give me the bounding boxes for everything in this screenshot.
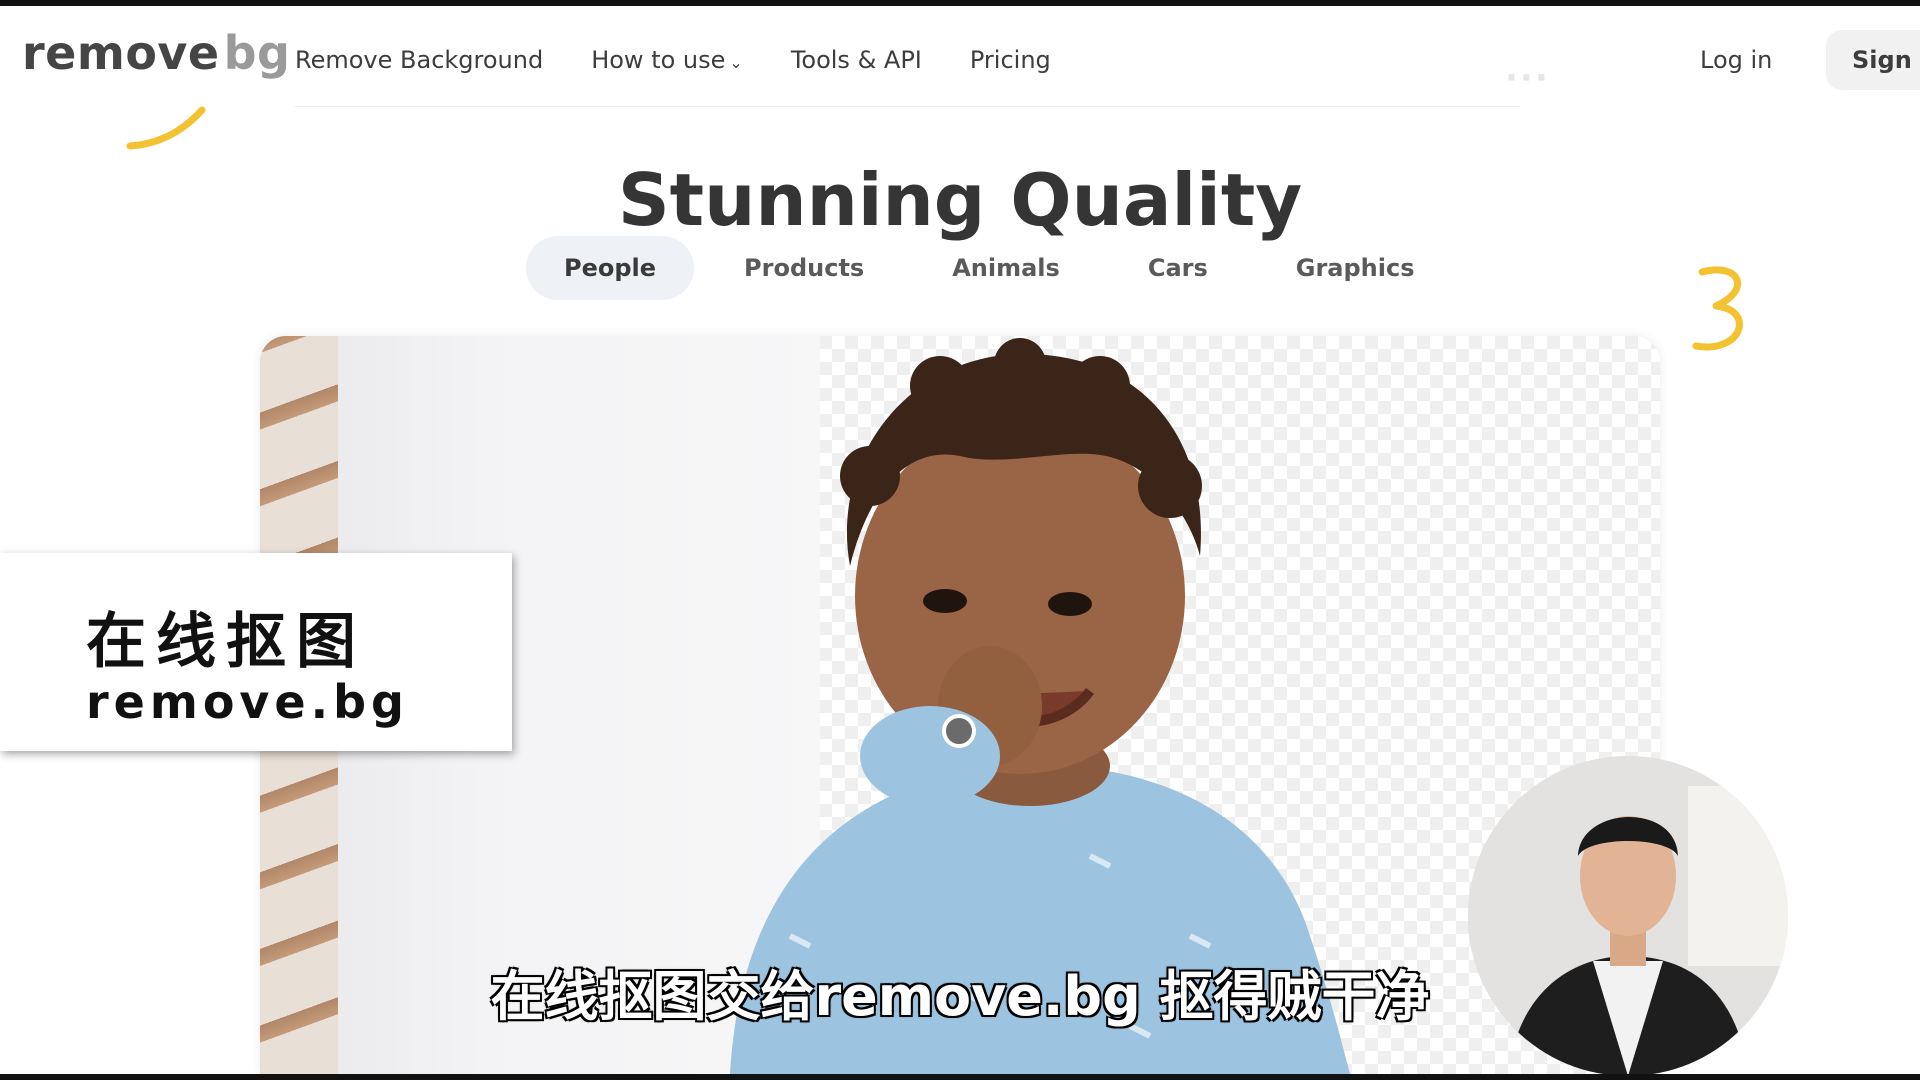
chevron-down-icon: ⌄ — [729, 52, 743, 72]
nav-how-to-use[interactable]: How to use ⌄ — [591, 46, 743, 74]
page-title: Stunning Quality — [617, 158, 1303, 243]
nav-label: Pricing — [969, 46, 1051, 74]
click-cursor-icon — [942, 714, 976, 748]
bottom-border — [0, 1074, 1920, 1080]
site-header: removebg Remove Background How to use ⌄ T… — [0, 6, 1920, 106]
header-divider — [295, 106, 1520, 107]
nav-tools-api[interactable]: Tools & API — [791, 46, 922, 74]
nav-pricing[interactable]: Pricing — [970, 46, 1051, 74]
yellow-doodle-stroke — [126, 106, 206, 150]
logo-bg-text: bg — [223, 26, 291, 80]
logo-remove-text: remove — [22, 26, 220, 80]
presenter-avatar — [1468, 756, 1788, 1076]
number-three-doodle — [1692, 266, 1743, 351]
main-nav: Remove Background How to use ⌄ Tools & AP… — [295, 46, 1099, 74]
nav-label: Remove Background — [295, 46, 544, 74]
nav-label: How to use — [591, 46, 726, 74]
signup-button[interactable]: Sign u — [1826, 30, 1920, 90]
category-tabs: People Products Animals Cars Graphics — [526, 236, 1465, 300]
tab-products[interactable]: Products — [706, 236, 902, 300]
nav-remove-background[interactable]: Remove Background — [295, 46, 543, 74]
tab-graphics[interactable]: Graphics — [1258, 236, 1453, 300]
login-link[interactable]: Log in — [1700, 46, 1772, 74]
tab-cars[interactable]: Cars — [1110, 236, 1246, 300]
caption-chinese: 在线抠图 — [86, 607, 366, 677]
caption-english: remove.bg — [86, 675, 409, 729]
video-watermark: ··· — [1505, 58, 1550, 98]
caption-card: 在线抠图 remove.bg — [0, 553, 512, 751]
nav-label: Tools & API — [790, 46, 922, 74]
removebg-logo[interactable]: removebg — [22, 26, 290, 80]
presenter-illustration — [1468, 756, 1788, 1076]
tab-people[interactable]: People — [526, 236, 695, 300]
tab-animals[interactable]: Animals — [914, 236, 1098, 300]
